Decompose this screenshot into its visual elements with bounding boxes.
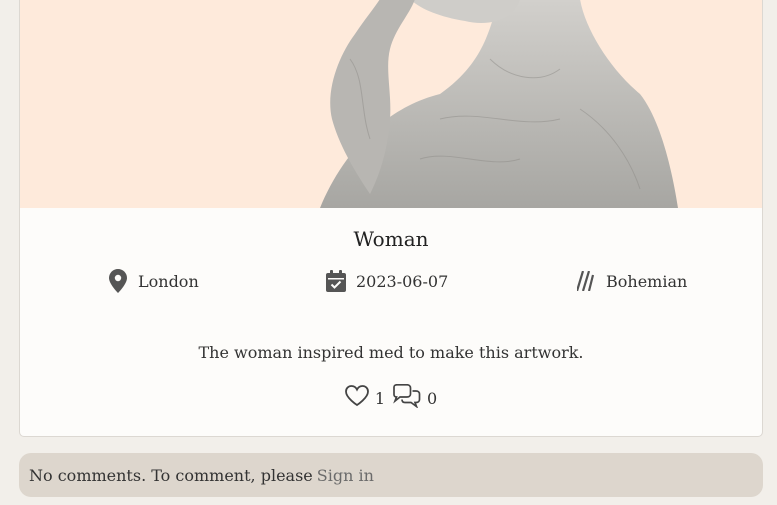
chat-bubbles-icon bbox=[391, 383, 421, 412]
style-meta: Bohemian bbox=[576, 268, 687, 294]
style-label: Bohemian bbox=[606, 271, 688, 291]
comment-count: 0 bbox=[427, 388, 438, 408]
like-count: 1 bbox=[374, 388, 385, 408]
post-card: Woman London 2023-06-07 Bohemian The wom… bbox=[19, 0, 763, 437]
location-label: London bbox=[138, 271, 199, 291]
comments-notice: No comments. To comment, please Sign in bbox=[19, 453, 763, 497]
location-meta: London bbox=[108, 268, 199, 294]
post-stats: 1 0 bbox=[20, 383, 762, 412]
date-meta: 2023-06-07 bbox=[326, 268, 448, 294]
artwork-illustration bbox=[320, 0, 678, 208]
map-pin-icon bbox=[108, 269, 128, 293]
comment-button[interactable]: 0 bbox=[391, 383, 438, 412]
post-description: The woman inspired med to make this artw… bbox=[198, 343, 584, 362]
calendar-check-icon bbox=[326, 269, 346, 293]
no-comments-text: No comments. To comment, please bbox=[29, 465, 313, 485]
brush-strokes-icon bbox=[576, 269, 596, 293]
sign-in-link[interactable]: Sign in bbox=[317, 466, 374, 485]
date-label: 2023-06-07 bbox=[356, 271, 449, 291]
heart-icon bbox=[344, 385, 369, 411]
artwork-image[interactable] bbox=[20, 0, 762, 208]
post-title: Woman bbox=[353, 227, 429, 251]
like-button[interactable]: 1 bbox=[344, 385, 385, 411]
